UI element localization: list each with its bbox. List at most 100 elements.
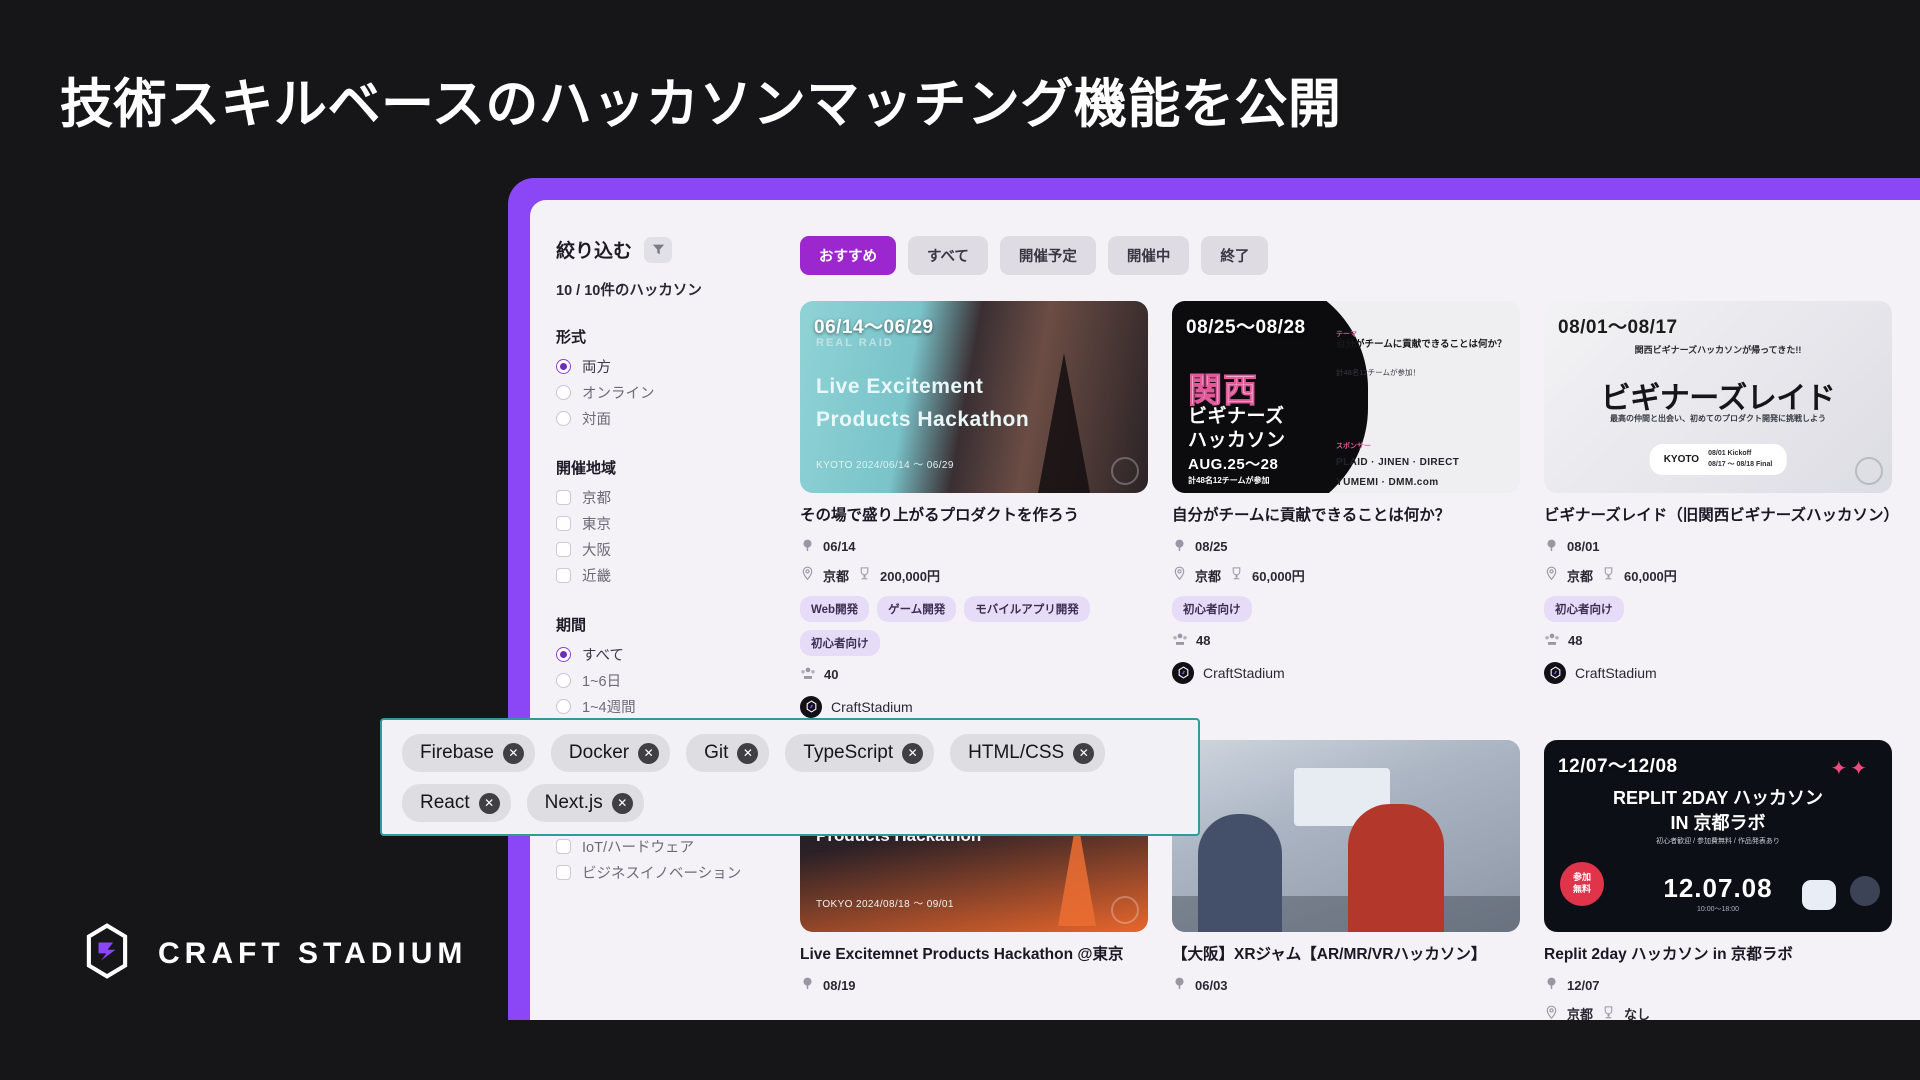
close-circle-icon[interactable]: ✕ — [1073, 742, 1095, 764]
skill-tag-nextjs[interactable]: Next.js ✕ — [526, 784, 644, 822]
close-circle-icon[interactable]: ✕ — [611, 792, 633, 814]
banner-count: 計48名12チームが参加！ — [1336, 368, 1420, 377]
person-decor — [1348, 803, 1444, 932]
close-circle-icon[interactable]: ✕ — [902, 742, 924, 764]
radio-option-all-durations[interactable]: すべて — [556, 641, 764, 667]
group-title: 形式 — [556, 329, 587, 346]
skill-tag-typescript[interactable]: TypeScript ✕ — [785, 734, 935, 772]
option-label: IoT/ハードウェア — [582, 839, 694, 856]
selected-skill-tags-panel: Firebase ✕ Docker ✕ Git ✕ TypeScript ✕ H… — [380, 718, 1200, 836]
watermark-icon — [1855, 457, 1883, 485]
event-tag: 初心者向け — [1544, 595, 1624, 622]
slide-root: 技術スキルベースのハッカソンマッチング機能を公開 絞り込む 10 / 10件のハ… — [0, 0, 1920, 1080]
skill-tag-docker[interactable]: Docker ✕ — [550, 734, 671, 772]
option-label: 対面 — [582, 411, 611, 428]
pin-date-icon — [800, 538, 815, 556]
funnel-filter-icon[interactable] — [644, 236, 673, 263]
banner-date: 08/25〜08/28 — [1186, 317, 1306, 338]
tab-ongoing[interactable]: 開催中 — [1107, 236, 1190, 275]
close-circle-icon[interactable]: ✕ — [737, 742, 759, 764]
radio-option-1-4-weeks[interactable]: 1~4週間 — [556, 693, 764, 719]
event-date: 06/03 — [1195, 977, 1228, 993]
filter-group-format: 形式 両方 オンライン 対面 — [556, 326, 764, 431]
checkbox-option-iot-hardware[interactable]: IoT/ハードウェア — [556, 833, 764, 859]
banner-line3: ハッカソン — [1188, 430, 1286, 451]
banner-footer: KYOTO 2024/06/14 〜 06/29 — [816, 460, 954, 471]
banner-kyoto-label: KYOTO — [1663, 454, 1700, 465]
event-title: Replit 2day ハッカソン in 京都ラボ — [1544, 945, 1793, 963]
watermark-icon — [1111, 895, 1139, 924]
event-participants: 40 — [824, 667, 839, 683]
banner-theme-label: テーマ — [1336, 331, 1357, 338]
event-card[interactable]: 12/07〜12/08 ✦✦ REPLIT 2DAY ハッカソン IN 京都ラボ … — [1544, 739, 1892, 1020]
skill-tag-git[interactable]: Git ✕ — [686, 734, 770, 772]
brand-name: CRAFT STADIUM — [158, 936, 468, 970]
checkbox-option-business-innovation[interactable]: ビジネスイノベーション — [556, 859, 764, 885]
map-pin-icon — [1172, 566, 1187, 584]
event-organizer-row: CraftStadium — [1544, 661, 1892, 684]
event-card[interactable]: 08/25〜08/28 関西 ビギナーズ ハッカソン AUG.25〜28 計48… — [1172, 301, 1520, 718]
event-tag: 初心者向け — [1172, 595, 1252, 622]
event-card[interactable]: 06/14〜06/29 REAL RAID Live Excitement Pro… — [800, 301, 1148, 718]
event-organizer-row: CraftStadium — [800, 695, 1148, 718]
event-participants-row: 48 — [1544, 632, 1892, 650]
close-circle-icon[interactable]: ✕ — [478, 792, 500, 814]
person-decor — [1198, 813, 1282, 932]
event-date: 08/01 — [1567, 539, 1600, 555]
radio-option-offline[interactable]: 対面 — [556, 405, 764, 431]
craft-stadium-logo-icon — [800, 695, 822, 718]
option-label: ビジネスイノベーション — [582, 865, 742, 882]
close-circle-icon[interactable]: ✕ — [638, 742, 660, 764]
banner-sub: 初心者歓迎 / 参加費無料 / 作品発表あり — [1656, 837, 1780, 845]
checkbox-option-osaka[interactable]: 大阪 — [556, 536, 764, 562]
radio-option-1-6-days[interactable]: 1~6日 — [556, 667, 764, 693]
skill-tag-react[interactable]: React ✕ — [402, 784, 511, 822]
checkbox-icon — [556, 567, 571, 583]
checkbox-option-tokyo[interactable]: 東京 — [556, 510, 764, 536]
watermark-icon — [1111, 457, 1139, 485]
tab-all[interactable]: すべて — [908, 236, 988, 275]
banner-question: 自分がチームに貢献できることは何か？ — [1336, 339, 1507, 350]
banner-sponsor-label: スポンサー — [1336, 443, 1371, 450]
skill-tag-firebase[interactable]: Firebase ✕ — [402, 734, 535, 772]
map-pin-icon — [1544, 566, 1559, 584]
event-participants: 48 — [1196, 633, 1211, 649]
banner-title: ビギナーズレイド — [1600, 382, 1836, 415]
app-screen: 絞り込む 10 / 10件のハッカソン 形式 両方 オンライン 対面 開催地域 … — [530, 200, 1920, 1020]
checkbox-icon — [556, 838, 571, 854]
event-date-row: 08/19 — [800, 976, 1148, 994]
craft-stadium-logo-icon — [78, 922, 136, 985]
event-card[interactable]: 【大阪】XRジャム【AR/MR/VRハッカソン】 06/03 — [1172, 739, 1520, 1020]
option-label: 大阪 — [582, 542, 611, 559]
checkbox-option-kinki[interactable]: 近畿 — [556, 562, 764, 588]
event-date-row: 12/07 — [1544, 976, 1892, 994]
skill-tag-html-css[interactable]: HTML/CSS ✕ — [950, 734, 1106, 772]
checkbox-icon — [556, 541, 571, 557]
banner-line2: ビギナーズ — [1188, 406, 1285, 427]
event-thumbnail: 06/14〜06/29 REAL RAID Live Excitement Pro… — [800, 301, 1148, 493]
radio-option-online[interactable]: オンライン — [556, 379, 764, 405]
banner-sub: 最高の仲間と出会い、初めてのプロダクト開発に挑戦しよう — [1610, 414, 1826, 423]
event-tag: Web開発 — [800, 595, 870, 622]
tab-finished[interactable]: 終了 — [1201, 236, 1269, 275]
event-organizer-row: CraftStadium — [1172, 661, 1520, 684]
tab-recommended[interactable]: おすすめ — [800, 236, 896, 275]
radio-option-both[interactable]: 両方 — [556, 353, 764, 379]
event-date: 08/19 — [823, 977, 856, 993]
event-title: Live Excitemnet Products Hackathon @東京 — [800, 945, 1124, 963]
event-participants-row: 40 — [800, 666, 1148, 684]
event-participants: 48 — [1568, 633, 1583, 649]
close-circle-icon[interactable]: ✕ — [502, 742, 524, 764]
pagoda-decor — [1038, 353, 1090, 493]
trophy-icon — [1229, 566, 1244, 584]
event-thumbnail — [1172, 739, 1520, 932]
event-card[interactable]: 08/01〜08/17 関西ビギナーズハッカソンが帰ってきた!! ビギナーズレイ… — [1544, 301, 1899, 718]
event-organizer: CraftStadium — [1203, 664, 1285, 681]
tab-upcoming[interactable]: 開催予定 — [999, 236, 1096, 275]
checkbox-option-kyoto[interactable]: 京都 — [556, 484, 764, 510]
sidebar-header: 絞り込む — [556, 236, 764, 263]
option-label: 両方 — [582, 359, 611, 376]
pin-date-icon — [800, 976, 815, 994]
event-date-row: 06/03 — [1172, 976, 1520, 994]
event-thumbnail: 08/25〜08/28 関西 ビギナーズ ハッカソン AUG.25〜28 計48… — [1172, 301, 1520, 493]
